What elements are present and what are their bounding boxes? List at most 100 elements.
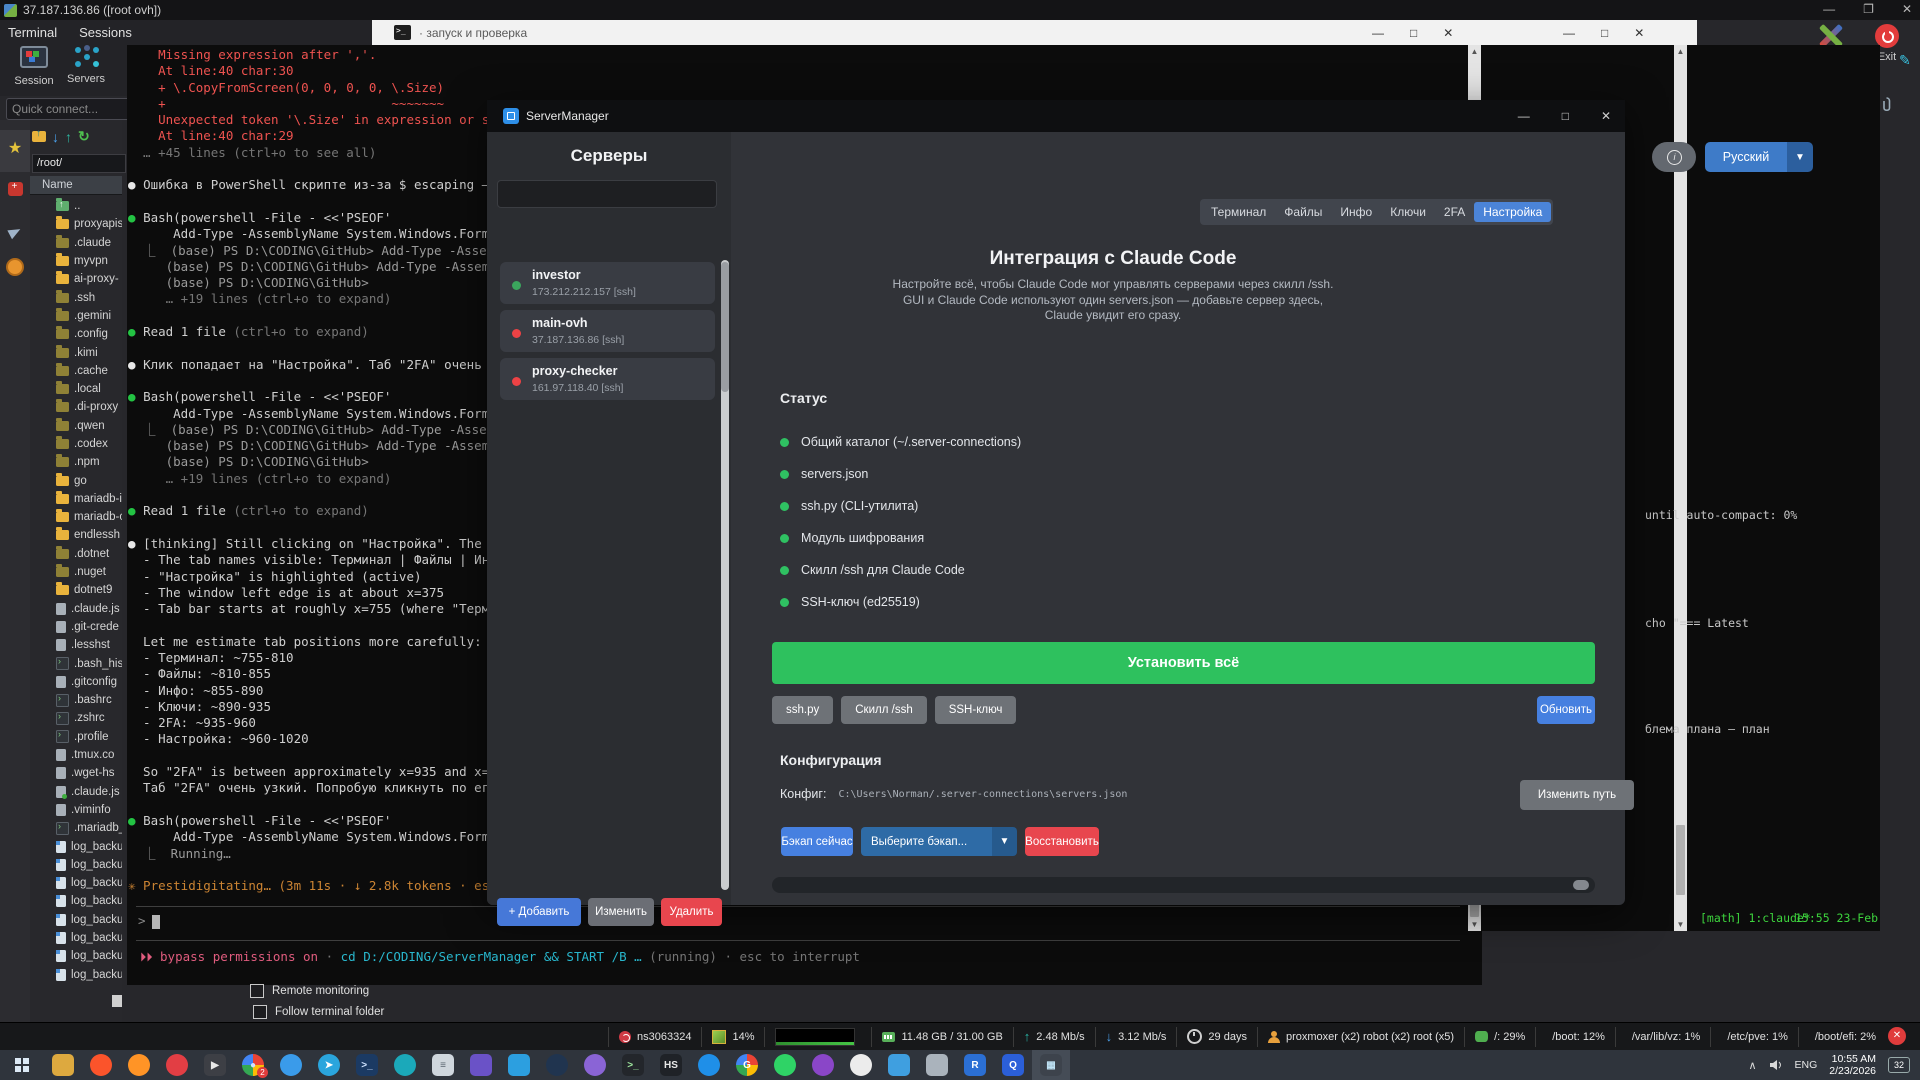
server-card[interactable]: main-ovh 37.187.136.86 [ssh] <box>500 310 715 352</box>
taskbar-app-icon[interactable] <box>538 1050 576 1080</box>
quick-connect-input[interactable]: Quick connect... <box>6 98 130 120</box>
file-row[interactable]: log_backu <box>30 911 122 929</box>
horizontal-scrollbar[interactable] <box>772 877 1595 893</box>
tab[interactable]: Ключи <box>1381 202 1435 222</box>
console2-scrollbar[interactable]: ▲ ▼ <box>1674 45 1687 931</box>
mobaxterm-minimize-button[interactable]: — <box>1823 2 1835 16</box>
file-row[interactable]: log_backu <box>30 947 122 965</box>
file-row[interactable]: .claude <box>30 234 122 252</box>
language-selector[interactable]: Русский ▼ <box>1705 142 1813 172</box>
taskbar-app-icon[interactable]: ▶ <box>196 1050 234 1080</box>
taskbar-app-icon[interactable]: ▦ <box>1032 1050 1070 1080</box>
file-row[interactable]: mariadb-c <box>30 508 122 526</box>
refresh-icon[interactable]: ↻ <box>78 128 90 145</box>
delete-server-button[interactable]: Удалить <box>661 898 722 926</box>
taskbar-app-icon[interactable] <box>386 1050 424 1080</box>
taskbar-app-icon[interactable] <box>500 1050 538 1080</box>
console2-minimize-button[interactable]: — <box>1563 26 1575 40</box>
taskbar-app-icon[interactable] <box>158 1050 196 1080</box>
file-row[interactable]: .mariadb_ <box>30 819 122 837</box>
file-row[interactable]: log_backu <box>30 892 122 910</box>
taskbar-app-icon[interactable] <box>44 1050 82 1080</box>
file-row[interactable]: .npm <box>30 453 122 471</box>
taskbar-app-icon[interactable] <box>766 1050 804 1080</box>
file-row[interactable]: .claude.js <box>30 600 122 618</box>
taskbar-app-icon[interactable] <box>462 1050 500 1080</box>
terminal-close-button[interactable]: ✕ <box>1443 26 1453 40</box>
notification-center-badge[interactable]: 32 <box>1888 1057 1910 1073</box>
folder-up-icon[interactable] <box>32 131 46 142</box>
file-row[interactable]: ai-proxy- <box>30 270 122 288</box>
claude-prompt-input[interactable]: > <box>138 913 160 929</box>
taskbar-app-icon[interactable] <box>576 1050 614 1080</box>
taskbar-app-icon[interactable] <box>918 1050 956 1080</box>
sm-minimize-button[interactable]: — <box>1518 109 1530 123</box>
scroll-down-icon[interactable]: ▼ <box>1468 920 1481 929</box>
file-row[interactable]: log_backu <box>30 837 122 855</box>
monitoring-close-icon[interactable]: ✕ <box>1888 1027 1906 1045</box>
current-path-input[interactable]: /root/ <box>32 154 126 173</box>
taskbar-app-icon[interactable] <box>842 1050 880 1080</box>
taskbar-app-icon[interactable] <box>690 1050 728 1080</box>
file-row[interactable]: .wget-hs <box>30 764 122 782</box>
sessions-tab[interactable]: ★ <box>0 130 30 172</box>
file-row[interactable]: log_backu <box>30 965 122 983</box>
file-row[interactable]: dotnet9 <box>30 581 122 599</box>
taskbar-app-icon[interactable]: HS <box>652 1050 690 1080</box>
component-button[interactable]: SSH-ключ <box>935 696 1017 724</box>
install-all-button[interactable]: Установить всё <box>772 642 1595 684</box>
taskbar-app-icon[interactable]: >_ <box>614 1050 652 1080</box>
scroll-up-icon[interactable]: ▲ <box>1674 47 1687 56</box>
tab[interactable]: Терминал <box>1202 202 1275 222</box>
component-button[interactable]: ssh.py <box>772 696 833 724</box>
file-row[interactable]: .codex <box>30 435 122 453</box>
file-row[interactable]: .cache <box>30 362 122 380</box>
console2-maximize-button[interactable]: □ <box>1601 26 1608 40</box>
file-row[interactable]: .lesshst <box>30 636 122 654</box>
servers-button[interactable]: Servers <box>60 46 112 85</box>
edit-server-button[interactable]: Изменить <box>588 898 654 926</box>
taskbar-app-icon[interactable]: ➤ <box>310 1050 348 1080</box>
file-row[interactable]: .. <box>30 197 122 215</box>
taskbar-app-icon[interactable] <box>272 1050 310 1080</box>
file-row[interactable]: .local <box>30 380 122 398</box>
backup-now-button[interactable]: Бэкап сейчас <box>781 827 853 856</box>
tab[interactable]: Настройка <box>1474 202 1551 222</box>
scrollbar-thumb[interactable] <box>1676 825 1685 895</box>
taskbar-app-icon[interactable]: >_ <box>348 1050 386 1080</box>
component-button[interactable]: Скилл /ssh <box>841 696 926 724</box>
restore-button[interactable]: Восстановить <box>1025 827 1099 856</box>
tab[interactable]: Файлы <box>1275 202 1331 222</box>
file-row[interactable]: .gemini <box>30 307 122 325</box>
change-path-button[interactable]: Изменить путь <box>1520 780 1634 810</box>
terminal-minimize-button[interactable]: — <box>1372 26 1384 40</box>
network-tab[interactable] <box>0 252 30 288</box>
file-row[interactable]: endlessh <box>30 526 122 544</box>
scroll-up-icon[interactable]: ▲ <box>1468 47 1481 56</box>
file-row[interactable]: .nuget <box>30 563 122 581</box>
file-row[interactable]: log_backu <box>30 856 122 874</box>
start-button[interactable] <box>0 1050 44 1080</box>
terminal-maximize-button[interactable]: □ <box>1410 26 1417 40</box>
info-button[interactable]: i <box>1652 142 1696 172</box>
upload-icon[interactable]: ↑ <box>65 129 72 145</box>
mobaxterm-close-button[interactable]: ✕ <box>1902 2 1912 16</box>
menu-item[interactable]: Terminal <box>8 25 57 40</box>
scrollbar-thumb[interactable] <box>1573 880 1589 890</box>
file-row[interactable]: proxyapis <box>30 215 122 233</box>
refresh-button[interactable]: Обновить <box>1537 696 1595 724</box>
server-card[interactable]: investor 173.212.212.157 [ssh] <box>500 262 715 304</box>
menu-item[interactable]: Sessions <box>79 25 132 40</box>
file-row[interactable]: .viminfo <box>30 801 122 819</box>
file-row[interactable]: log_backu <box>30 874 122 892</box>
tools-tab[interactable] <box>0 176 30 212</box>
sidebar-scrollbar[interactable] <box>721 260 729 890</box>
taskbar-app-icon[interactable] <box>82 1050 120 1080</box>
server-search-input[interactable] <box>497 180 717 208</box>
file-row[interactable]: log_backu <box>30 929 122 947</box>
taskbar-app-icon[interactable]: G <box>728 1050 766 1080</box>
remote-tab[interactable] <box>0 216 30 254</box>
session-button[interactable]: Session <box>8 46 60 87</box>
download-icon[interactable]: ↓ <box>52 129 59 145</box>
file-row[interactable]: .dotnet <box>30 545 122 563</box>
